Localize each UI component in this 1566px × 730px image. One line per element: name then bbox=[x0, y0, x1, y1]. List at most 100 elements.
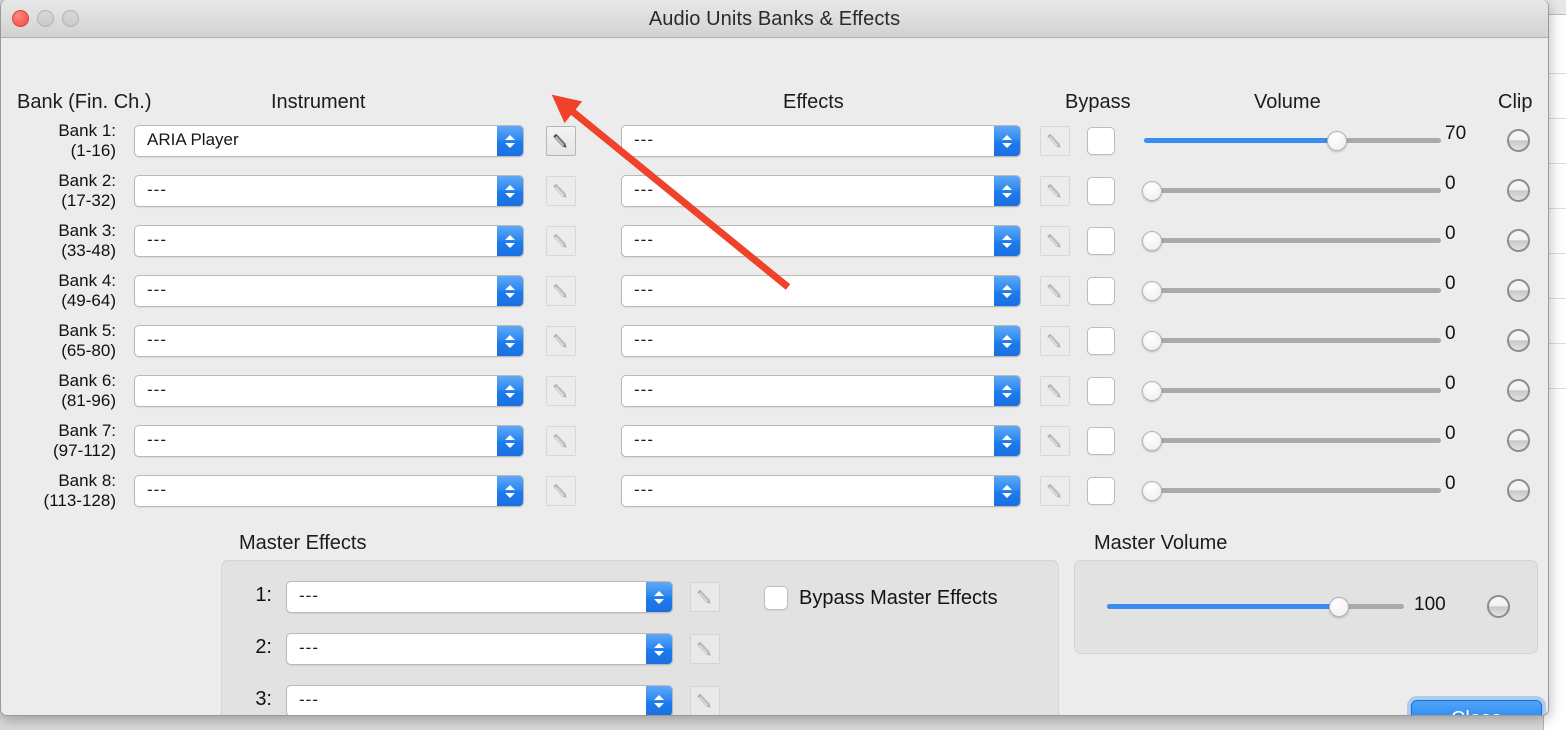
slider-thumb[interactable] bbox=[1327, 131, 1347, 151]
volume-slider-bank-3[interactable] bbox=[1142, 231, 1441, 251]
chevron-updown-icon[interactable] bbox=[497, 276, 523, 306]
effect-edit-button-bank-6[interactable] bbox=[1040, 376, 1070, 406]
effect-select-bank-6[interactable]: --- bbox=[621, 375, 1021, 407]
effect-select-bank-1[interactable]: --- bbox=[621, 125, 1021, 157]
master-effect-select-1[interactable]: --- bbox=[286, 581, 673, 613]
slider-thumb[interactable] bbox=[1142, 381, 1162, 401]
slider-track bbox=[1144, 338, 1441, 343]
master-effect-edit-button-3[interactable] bbox=[690, 686, 720, 715]
master-effect-edit-button-2[interactable] bbox=[690, 634, 720, 664]
bank-label: Bank 1: (1-16) bbox=[1, 121, 116, 161]
effect-select-bank-7[interactable]: --- bbox=[621, 425, 1021, 457]
volume-slider-bank-4[interactable] bbox=[1142, 281, 1441, 301]
instrument-edit-button-bank-8[interactable] bbox=[546, 476, 576, 506]
instrument-select-bank-2[interactable]: --- bbox=[134, 175, 524, 207]
volume-slider-bank-8[interactable] bbox=[1142, 481, 1441, 501]
effect-edit-button-bank-1[interactable] bbox=[1040, 126, 1070, 156]
volume-slider-bank-2[interactable] bbox=[1142, 181, 1441, 201]
effect-select-bank-8[interactable]: --- bbox=[621, 475, 1021, 507]
close-button[interactable]: Close bbox=[1411, 700, 1542, 715]
bank-channel-range: (1-16) bbox=[70, 141, 116, 160]
master-effect-select-3[interactable]: --- bbox=[286, 685, 673, 715]
slider-thumb[interactable] bbox=[1142, 181, 1162, 201]
effect-edit-button-bank-8[interactable] bbox=[1040, 476, 1070, 506]
slider-thumb[interactable] bbox=[1142, 431, 1162, 451]
chevron-updown-icon[interactable] bbox=[646, 686, 672, 715]
master-effect-edit-button-1[interactable] bbox=[690, 582, 720, 612]
slider-thumb[interactable] bbox=[1329, 597, 1349, 617]
chevron-updown-icon[interactable] bbox=[497, 426, 523, 456]
effect-edit-button-bank-2[interactable] bbox=[1040, 176, 1070, 206]
effect-edit-button-bank-4[interactable] bbox=[1040, 276, 1070, 306]
volume-slider-bank-5[interactable] bbox=[1142, 331, 1441, 351]
chevron-updown-icon[interactable] bbox=[994, 126, 1020, 156]
volume-slider-bank-1[interactable] bbox=[1144, 131, 1441, 151]
clip-indicator-bank-7 bbox=[1507, 429, 1530, 452]
chevron-updown-icon[interactable] bbox=[497, 226, 523, 256]
master-effect-select-2[interactable]: --- bbox=[286, 633, 673, 665]
bypass-master-effects-checkbox[interactable] bbox=[764, 586, 788, 610]
volume-slider-bank-6[interactable] bbox=[1142, 381, 1441, 401]
instrument-edit-button-bank-2[interactable] bbox=[546, 176, 576, 206]
chevron-updown-icon[interactable] bbox=[994, 276, 1020, 306]
bypass-checkbox-bank-5[interactable] bbox=[1087, 327, 1115, 355]
bypass-checkbox-bank-7[interactable] bbox=[1087, 427, 1115, 455]
bypass-checkbox-bank-6[interactable] bbox=[1087, 377, 1115, 405]
slider-thumb[interactable] bbox=[1142, 331, 1162, 351]
bypass-checkbox-bank-1[interactable] bbox=[1087, 127, 1115, 155]
instrument-select-bank-1[interactable]: ARIA Player bbox=[134, 125, 524, 157]
bypass-checkbox-bank-3[interactable] bbox=[1087, 227, 1115, 255]
bank-channel-range: (33-48) bbox=[61, 241, 116, 260]
bypass-checkbox-bank-4[interactable] bbox=[1087, 277, 1115, 305]
chevron-updown-icon[interactable] bbox=[497, 376, 523, 406]
slider-thumb[interactable] bbox=[1142, 481, 1162, 501]
instrument-select-bank-8[interactable]: --- bbox=[134, 475, 524, 507]
instrument-edit-button-bank-3[interactable] bbox=[546, 226, 576, 256]
effect-value: --- bbox=[634, 130, 654, 149]
chevron-updown-icon[interactable] bbox=[994, 376, 1020, 406]
instrument-select-bank-7[interactable]: --- bbox=[134, 425, 524, 457]
instrument-select-bank-4[interactable]: --- bbox=[134, 275, 524, 307]
window-titlebar[interactable]: Audio Units Banks & Effects bbox=[1, 0, 1548, 38]
chevron-updown-icon[interactable] bbox=[497, 126, 523, 156]
bank-name: Bank 7: bbox=[58, 421, 116, 440]
effect-edit-button-bank-7[interactable] bbox=[1040, 426, 1070, 456]
chevron-updown-icon[interactable] bbox=[994, 176, 1020, 206]
instrument-edit-button-bank-4[interactable] bbox=[546, 276, 576, 306]
instrument-select-bank-3[interactable]: --- bbox=[134, 225, 524, 257]
effect-select-bank-3[interactable]: --- bbox=[621, 225, 1021, 257]
chevron-updown-icon[interactable] bbox=[497, 176, 523, 206]
slider-thumb[interactable] bbox=[1142, 281, 1162, 301]
bypass-checkbox-bank-8[interactable] bbox=[1087, 477, 1115, 505]
master-volume-slider[interactable] bbox=[1107, 597, 1404, 617]
chevron-updown-icon[interactable] bbox=[646, 582, 672, 612]
instrument-select-bank-5[interactable]: --- bbox=[134, 325, 524, 357]
slider-track bbox=[1144, 438, 1441, 443]
instrument-edit-button-bank-6[interactable] bbox=[546, 376, 576, 406]
chevron-updown-icon[interactable] bbox=[646, 634, 672, 664]
audio-units-dialog: Audio Units Banks & Effects Bank (Fin. C… bbox=[0, 0, 1549, 716]
chevron-updown-icon[interactable] bbox=[994, 426, 1020, 456]
slider-fill bbox=[1107, 604, 1339, 609]
bypass-checkbox-bank-2[interactable] bbox=[1087, 177, 1115, 205]
effect-select-bank-5[interactable]: --- bbox=[621, 325, 1021, 357]
instrument-edit-button-bank-5[interactable] bbox=[546, 326, 576, 356]
slider-thumb[interactable] bbox=[1142, 231, 1162, 251]
bypass-master-effects-control[interactable]: Bypass Master Effects bbox=[764, 586, 998, 610]
instrument-edit-button-bank-1[interactable] bbox=[546, 126, 576, 156]
chevron-updown-icon[interactable] bbox=[497, 326, 523, 356]
chevron-updown-icon[interactable] bbox=[994, 326, 1020, 356]
instrument-select-bank-6[interactable]: --- bbox=[134, 375, 524, 407]
effect-edit-button-bank-3[interactable] bbox=[1040, 226, 1070, 256]
chevron-updown-icon[interactable] bbox=[994, 476, 1020, 506]
chevron-updown-icon[interactable] bbox=[497, 476, 523, 506]
clip-indicator-bank-1 bbox=[1507, 129, 1530, 152]
volume-slider-bank-7[interactable] bbox=[1142, 431, 1441, 451]
chevron-updown-icon[interactable] bbox=[994, 226, 1020, 256]
bank-row: Bank 6: (81-96) --- --- 0 bbox=[1, 366, 1548, 416]
effect-edit-button-bank-5[interactable] bbox=[1040, 326, 1070, 356]
effect-select-bank-4[interactable]: --- bbox=[621, 275, 1021, 307]
instrument-edit-button-bank-7[interactable] bbox=[546, 426, 576, 456]
effect-select-bank-2[interactable]: --- bbox=[621, 175, 1021, 207]
effect-value: --- bbox=[634, 230, 654, 249]
